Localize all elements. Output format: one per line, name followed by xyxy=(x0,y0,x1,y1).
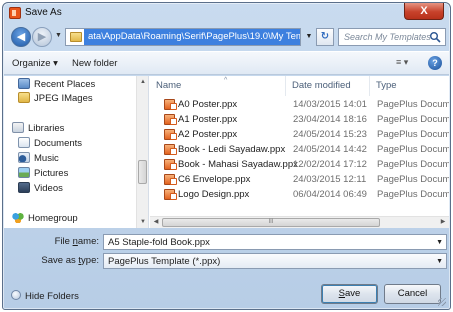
ppx-file-icon xyxy=(164,189,177,200)
nav-item-label: Pictures xyxy=(34,168,69,179)
nav-item-label: JPEG IMages xyxy=(34,93,93,104)
close-button[interactable]: X xyxy=(404,3,444,20)
folder-icon xyxy=(70,32,82,42)
file-list: ^ Name Date modified Type A0 Poster.ppx … xyxy=(150,76,449,228)
cancel-button[interactable]: Cancel xyxy=(384,284,441,304)
scroll-right-icon[interactable]: ▶ xyxy=(437,217,449,228)
resize-grip-icon[interactable] xyxy=(438,298,446,306)
save-as-type-select[interactable]: PagePlus Template (*.ppx) ▼ xyxy=(103,253,447,269)
change-view-icon[interactable]: ≡ ▾ xyxy=(396,57,420,71)
nav-item-videos[interactable]: Videos xyxy=(18,182,63,196)
organize-menu[interactable]: Organize ▾ xyxy=(12,58,58,69)
pictures-icon xyxy=(18,167,30,178)
table-row[interactable]: A2 Poster.ppx 24/05/2014 15:23 PagePlus … xyxy=(150,128,449,141)
nav-item-label: Videos xyxy=(34,183,63,194)
scroll-left-icon[interactable]: ◀ xyxy=(150,217,162,228)
horizontal-scrollbar[interactable]: ◀ III ▶ xyxy=(150,216,449,228)
sort-caret-icon: ^ xyxy=(224,77,228,84)
nav-item-label: Homegroup xyxy=(28,213,78,224)
ppx-file-icon xyxy=(164,114,177,125)
table-row[interactable]: A1 Poster.ppx 23/04/2014 18:16 PagePlus … xyxy=(150,113,449,126)
save-as-dialog: Save As X ◀ ▶ ▼ ata\AppData\Roaming\Seri… xyxy=(2,2,451,310)
forward-arrow-icon[interactable]: ▶ xyxy=(32,27,52,47)
search-placeholder: Search My Templates xyxy=(344,32,431,42)
save-button[interactable]: Save xyxy=(321,284,378,304)
scroll-thumb[interactable]: III xyxy=(162,218,380,227)
folder-icon xyxy=(18,92,30,103)
nav-item-libraries[interactable]: Libraries xyxy=(12,122,64,136)
address-bar[interactable]: ata\AppData\Roaming\Serif\PagePlus\19.0\… xyxy=(65,28,301,46)
address-path[interactable]: ata\AppData\Roaming\Serif\PagePlus\19.0\… xyxy=(84,29,300,45)
chevron-down-icon[interactable]: ▼ xyxy=(436,258,443,265)
column-header-date-modified[interactable]: Date modified xyxy=(286,76,370,96)
ppx-file-icon xyxy=(164,129,177,140)
hide-folders-toggle[interactable]: Hide Folders xyxy=(11,290,79,302)
nav-item-label: Recent Places xyxy=(34,79,96,90)
address-dropdown-icon[interactable]: ▼ xyxy=(303,28,315,46)
table-row[interactable]: Logo Design.ppx 06/04/2014 06:49 PagePlu… xyxy=(150,188,449,201)
help-icon[interactable]: ? xyxy=(428,56,442,70)
table-row[interactable]: Book - Mahasi Sayadaw.ppx 12/02/2014 17:… xyxy=(150,158,449,171)
nav-item-documents[interactable]: Documents xyxy=(18,137,82,151)
ppx-file-icon xyxy=(164,159,177,170)
navigation-scrollbar[interactable]: ▲ ▼ xyxy=(136,76,148,228)
save-as-type-label: Save as type: xyxy=(41,255,99,266)
music-icon xyxy=(18,152,30,163)
nav-item-jpeg-images[interactable]: JPEG IMages xyxy=(18,92,93,106)
documents-icon xyxy=(18,137,30,148)
pageplus-app-icon xyxy=(9,7,21,19)
nav-item-homegroup[interactable]: Homegroup xyxy=(12,212,78,226)
refresh-icon[interactable]: ↻ xyxy=(316,28,334,46)
window-title: Save As xyxy=(25,7,62,18)
scroll-up-icon[interactable]: ▲ xyxy=(137,76,149,88)
column-header-type[interactable]: Type xyxy=(370,76,449,96)
back-arrow-icon[interactable]: ◀ xyxy=(11,27,31,47)
libraries-icon xyxy=(12,122,24,133)
nav-item-recent-places[interactable]: Recent Places xyxy=(18,78,95,92)
browser-content: Recent Places JPEG IMages Libraries Docu… xyxy=(4,76,449,228)
column-header-name[interactable]: ^ Name xyxy=(150,76,286,96)
scroll-down-icon[interactable]: ▼ xyxy=(137,216,149,228)
homegroup-icon xyxy=(12,212,24,223)
navigation-pane: Recent Places JPEG IMages Libraries Docu… xyxy=(4,76,149,228)
recent-places-icon xyxy=(18,78,30,89)
file-name-label: File name: xyxy=(54,236,99,247)
ppx-file-icon xyxy=(164,99,177,110)
nav-item-pictures[interactable]: Pictures xyxy=(18,167,68,181)
new-folder-button[interactable]: New folder xyxy=(72,58,117,69)
table-row[interactable]: C6 Envelope.ppx 24/03/2015 12:11 PagePlu… xyxy=(150,173,449,186)
chevron-down-icon[interactable]: ▼ xyxy=(436,239,443,246)
recent-pages-dropdown-icon[interactable]: ▼ xyxy=(55,32,62,39)
nav-item-label: Music xyxy=(34,153,59,164)
collapse-chevron-icon xyxy=(11,290,21,300)
scroll-thumb[interactable] xyxy=(138,160,147,184)
file-name-field[interactable]: A5 Staple-fold Book.ppx ▼ xyxy=(103,234,447,250)
command-toolbar: Organize ▾ New folder ≡ ▾ ? xyxy=(4,51,449,75)
search-input[interactable]: Search My Templates xyxy=(338,28,446,46)
nav-item-label: Documents xyxy=(34,138,83,149)
search-icon[interactable] xyxy=(429,31,441,43)
ppx-file-icon xyxy=(164,174,177,185)
table-row[interactable]: A0 Poster.ppx 14/03/2015 14:01 PagePlus … xyxy=(150,98,449,111)
nav-item-label: Libraries xyxy=(28,123,65,134)
ppx-file-icon xyxy=(164,144,177,155)
table-row[interactable]: Book - Ledi Sayadaw.ppx 24/05/2014 14:42… xyxy=(150,143,449,156)
title-bar: Save As X xyxy=(3,3,450,23)
nav-item-music[interactable]: Music xyxy=(18,152,59,166)
videos-icon xyxy=(18,182,30,193)
